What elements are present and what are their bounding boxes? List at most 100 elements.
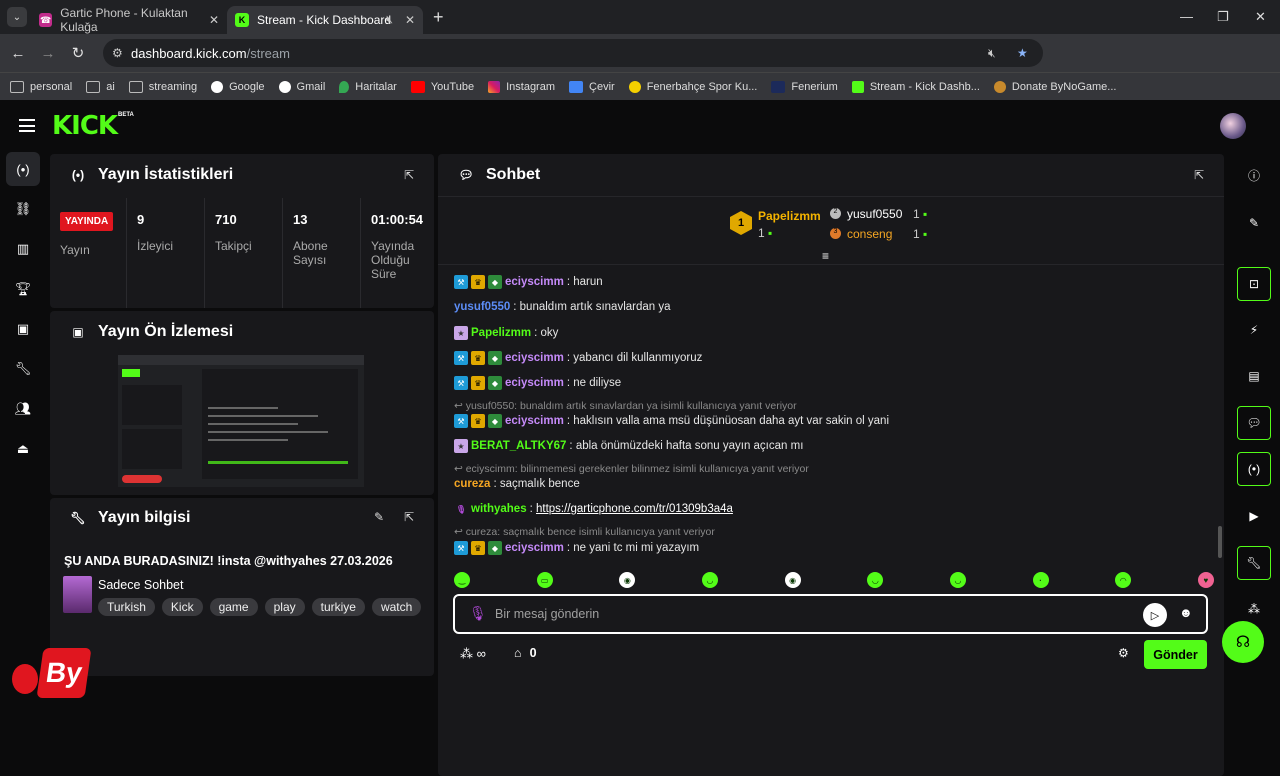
bookmark-bynogame[interactable]: Donate ByNoGame... (993, 80, 1116, 93)
emote-icon[interactable]: ‿ (454, 572, 470, 588)
bookmark-fenerbahce[interactable]: Fenerbahçe Spor Ku... (628, 80, 757, 93)
help-headset-button[interactable]: ☊ (1222, 621, 1264, 663)
popout-icon[interactable]: ⇱ (404, 168, 414, 182)
chat-message-input[interactable] (495, 605, 1095, 623)
tag[interactable]: Kick (161, 598, 203, 616)
reply-context[interactable]: ↩ eciyscimm: bilinmemesi gerekenler bili… (454, 463, 809, 475)
popout-icon[interactable]: ⇱ (404, 510, 414, 524)
chat-settings-gear-icon[interactable]: ⚙ (1118, 646, 1129, 660)
command-icon[interactable]: ▷ (1143, 603, 1167, 627)
analytics-nav-icon[interactable]: ▥ (6, 232, 40, 266)
tab-kick-dashboard[interactable]: K Stream - Kick Dashboard 🔇︎ ✕ (227, 6, 423, 34)
screen-capture-icon[interactable]: ⊡ (1237, 267, 1271, 301)
bookmark-haritalar[interactable]: Haritalar (339, 80, 397, 93)
tab-search-button[interactable]: ⌄ (7, 7, 27, 27)
microphone-icon[interactable]: 🎙︎ (469, 605, 487, 622)
document-icon[interactable]: ▤ (1237, 359, 1271, 393)
emoji-picker-icon[interactable]: ☻ (1179, 605, 1193, 620)
bookmark-ai[interactable]: ai (86, 80, 115, 93)
emote-icon[interactable]: ◡ (701, 572, 718, 588)
muted-tab-icon[interactable]: 🔇︎ (386, 14, 393, 27)
link-nav-icon[interactable]: ⛓ (6, 192, 40, 226)
bookmark-google[interactable]: Google (211, 80, 265, 93)
mute-site-icon[interactable]: 🔇︎ (988, 46, 996, 61)
emote-icon[interactable]: ◡ (867, 572, 884, 588)
tab-gartic-phone[interactable]: ☎ Gartic Phone - Kulaktan Kulağa ✕ (31, 6, 227, 34)
address-bar[interactable]: ⚙ dashboard.kick.com/stream 🔇︎ ★ (103, 39, 1043, 67)
chat-username[interactable]: eciyscimm (505, 352, 564, 364)
bookmark-youtube[interactable]: YouTube (410, 80, 474, 93)
kick-logo[interactable]: KICK (52, 111, 118, 141)
close-tab-icon[interactable]: ✕ (405, 13, 415, 27)
chat-username[interactable]: BERAT_ALTKY67 (471, 440, 566, 452)
bookmark-fenerium[interactable]: Fenerium (771, 80, 838, 93)
tag[interactable]: play (264, 598, 305, 616)
video-nav-icon[interactable]: ▣ (6, 312, 40, 346)
new-tab-button[interactable]: + (433, 7, 444, 28)
chat-username[interactable]: Papelizmm (471, 327, 531, 339)
tag[interactable]: game (209, 598, 258, 616)
reply-context[interactable]: ↩ yusuf0550: bunaldım artık sınavlardan … (454, 400, 797, 412)
edit-pencil-icon[interactable]: ✎ (1237, 206, 1271, 240)
site-info-icon[interactable]: ⚙ (112, 46, 123, 60)
reload-button[interactable]: ↻ (63, 44, 93, 62)
close-window-icon[interactable]: ✕ (1255, 9, 1266, 25)
bookmark-cevir[interactable]: Çevir (569, 80, 615, 93)
chat-username[interactable]: withyahes (471, 503, 527, 515)
emote-icon[interactable]: ◉ (784, 572, 801, 588)
wrench-toggle-icon[interactable]: 🔧︎ (1237, 546, 1271, 580)
bookmark-streaming[interactable]: streaming (128, 80, 197, 93)
chat-text: harun (573, 276, 603, 288)
category-thumbnail[interactable] (63, 576, 92, 613)
user-avatar[interactable] (1220, 113, 1246, 139)
emote-icon[interactable]: ▭ (536, 572, 553, 588)
video-camera-icon[interactable]: ▶ (1237, 499, 1271, 533)
chat-link[interactable]: https://garticphone.com/tr/01309b3a4a (536, 503, 733, 515)
chat-username[interactable]: yusuf0550 (454, 301, 510, 313)
bookmark-kick-dashboard[interactable]: Stream - Kick Dashb... (851, 80, 980, 93)
gift-points[interactable]: ⌂ 0 (514, 646, 537, 660)
hamburger-menu-icon[interactable] (19, 119, 35, 132)
chat-username[interactable]: cureza (454, 478, 490, 490)
bookmark-gmail[interactable]: Gmail (278, 80, 325, 93)
chat-username[interactable]: eciyscimm (505, 415, 564, 427)
stream-nav-icon[interactable]: (•) (6, 152, 40, 186)
chat-username[interactable]: eciyscimm (505, 276, 564, 288)
lightning-icon[interactable]: ⚡︎ (1237, 313, 1271, 347)
emote-icon[interactable]: ◉ (619, 572, 636, 588)
send-button[interactable]: Gönder (1144, 640, 1207, 669)
upload-nav-icon[interactable]: ⏏ (6, 432, 40, 466)
tag[interactable]: turkiye (311, 598, 365, 616)
gift-icon: ▪ (923, 207, 928, 221)
info-icon[interactable]: ⓘ (1237, 158, 1271, 192)
emote-icon[interactable]: ◡ (949, 572, 966, 588)
tag[interactable]: Turkish (98, 598, 155, 616)
users-nav-icon[interactable]: 👥︎ (6, 392, 40, 426)
popout-icon[interactable]: ⇱ (1194, 168, 1204, 182)
edit-pencil-icon[interactable]: ✎ (374, 510, 384, 524)
close-tab-icon[interactable]: ✕ (209, 13, 219, 27)
bookmark-personal[interactable]: personal (10, 80, 72, 93)
back-button[interactable]: ← (3, 45, 33, 62)
emote-icon[interactable]: ◠ (1115, 572, 1132, 588)
stream-preview-video[interactable] (118, 355, 364, 487)
tag[interactable]: watch (371, 598, 422, 616)
chat-panel-toggle-icon[interactable]: 💬︎ (1237, 406, 1271, 440)
forward-button[interactable]: → (33, 45, 63, 62)
emote-icon[interactable]: · (1032, 572, 1049, 588)
emote-icon[interactable]: ♥ (1197, 572, 1214, 588)
reply-context[interactable]: ↩ cureza: saçmalık bence isimli kullanıc… (454, 526, 715, 538)
chat-username[interactable]: eciyscimm (505, 377, 564, 389)
minimize-window-icon[interactable]: — (1180, 9, 1193, 24)
points-infinity-icon[interactable]: ⁂ ∞ (460, 646, 486, 662)
chat-username[interactable]: eciyscimm (505, 542, 564, 554)
bookmark-star-icon[interactable]: ★ (1017, 46, 1028, 60)
broadcast-toggle-icon[interactable]: (•) (1237, 452, 1271, 486)
category-name[interactable]: Sadece Sohbet (98, 578, 184, 592)
collapse-leaderboard-icon[interactable]: ≡ (822, 249, 829, 263)
chat-scrollbar[interactable] (1218, 526, 1222, 558)
restore-window-icon[interactable]: ❐ (1217, 9, 1229, 25)
bookmark-instagram[interactable]: Instagram (488, 80, 555, 93)
trophy-nav-icon[interactable]: 🏆︎ (6, 272, 40, 306)
wrench-nav-icon[interactable]: 🔧︎ (6, 352, 40, 386)
